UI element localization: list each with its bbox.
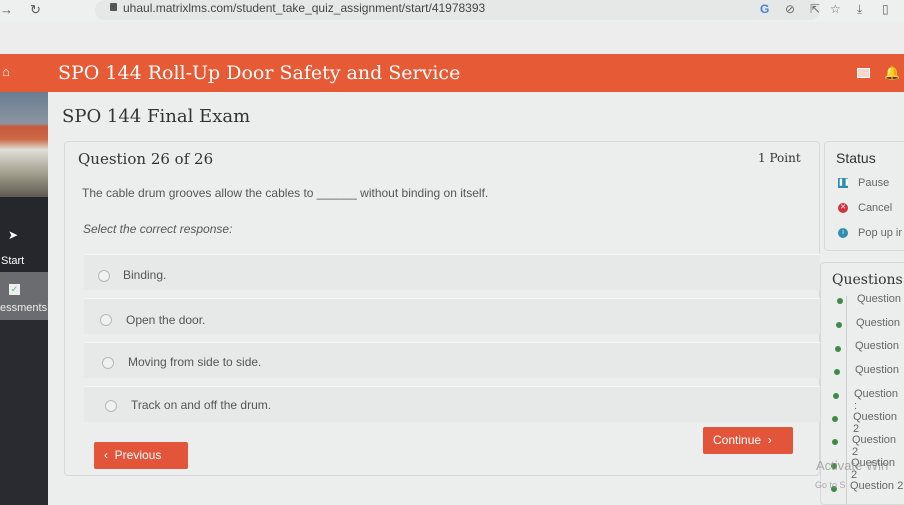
- question-link[interactable]: Question 2: [852, 434, 904, 458]
- answered-dot-icon: [832, 439, 838, 445]
- pause-icon: ❚❚: [838, 178, 850, 189]
- answer-option-label[interactable]: Track on and off the drum.: [131, 398, 271, 412]
- previous-button[interactable]: ‹ Previous: [94, 442, 188, 469]
- answer-option[interactable]: [84, 254, 820, 290]
- google-icon[interactable]: G: [760, 2, 769, 16]
- question-instruction: Select the correct response:: [83, 222, 233, 236]
- questions-timeline: [846, 296, 847, 505]
- info-icon: i: [838, 228, 848, 239]
- radio-button[interactable]: [102, 357, 114, 369]
- question-link[interactable]: Question :: [854, 388, 904, 412]
- exam-title: SPO 144 Final Exam: [62, 106, 251, 127]
- activation-watermark-subtext: Go to S: [815, 480, 846, 490]
- navigation-arrow-icon: ➤: [8, 228, 19, 242]
- cancel-label: Cancel: [858, 202, 893, 214]
- chevron-left-icon: ‹: [104, 448, 115, 462]
- course-thumbnail: [0, 92, 48, 197]
- forward-icon[interactable]: →: [0, 2, 13, 17]
- pause-label: Pause: [858, 177, 890, 189]
- star-icon[interactable]: ☆: [830, 2, 841, 16]
- reload-icon[interactable]: ↻: [30, 2, 41, 18]
- share-icon[interactable]: ⇱: [810, 2, 820, 16]
- question-link[interactable]: Question: [856, 317, 900, 329]
- question-link[interactable]: Question 2: [850, 480, 903, 492]
- question-points: 1 Point: [758, 151, 801, 165]
- answered-dot-icon: [835, 346, 841, 352]
- download-icon[interactable]: ⤓: [857, 2, 862, 17]
- home-icon[interactable]: ⌂: [2, 64, 10, 79]
- answer-option-label[interactable]: Open the door.: [126, 313, 205, 327]
- question-number: Question 26 of 26: [78, 150, 214, 168]
- radio-button[interactable]: [105, 400, 117, 412]
- url-text[interactable]: uhaul.matrixlms.com/student_take_quiz_as…: [123, 1, 485, 15]
- sidebar-toggle-icon[interactable]: ▯: [882, 2, 889, 16]
- question-link[interactable]: Question 2: [853, 411, 904, 435]
- cancel-button[interactable]: ✕ Cancel: [838, 202, 892, 214]
- eye-off-icon[interactable]: ⊘: [785, 2, 795, 16]
- question-link[interactable]: Question: [855, 340, 899, 352]
- radio-button[interactable]: [98, 270, 110, 282]
- course-title: SPO 144 Roll-Up Door Safety and Service: [58, 62, 461, 84]
- answered-dot-icon: [836, 322, 842, 328]
- sidebar-item-assessments-label: essments: [0, 302, 48, 314]
- popup-label: Pop up ir: [858, 227, 903, 239]
- radio-button[interactable]: [100, 314, 112, 326]
- continue-label: Continue: [713, 433, 762, 447]
- continue-button[interactable]: Continue ›: [703, 427, 793, 454]
- mail-icon[interactable]: [857, 68, 870, 78]
- answered-dot-icon: [832, 416, 838, 422]
- chevron-right-icon: ›: [761, 433, 772, 447]
- answered-dot-icon: [833, 393, 839, 399]
- cancel-icon: ✕: [838, 203, 848, 214]
- page-background: [0, 22, 904, 54]
- checkbox-icon: ✓: [9, 284, 20, 295]
- popup-button[interactable]: i Pop up ir: [838, 227, 902, 239]
- answer-option-label[interactable]: Moving from side to side.: [128, 355, 261, 369]
- question-text: The cable drum grooves allow the cables …: [82, 186, 489, 200]
- pause-button[interactable]: ❚❚ Pause: [838, 177, 889, 189]
- answer-option-label[interactable]: Binding.: [123, 268, 166, 282]
- bell-icon[interactable]: 🔔: [884, 65, 900, 81]
- answered-dot-icon: [834, 369, 840, 375]
- questions-title: Questions: [832, 272, 903, 288]
- status-title: Status: [836, 150, 876, 166]
- lock-icon: [110, 3, 117, 11]
- answered-dot-icon: [837, 298, 843, 304]
- question-link[interactable]: Question: [857, 293, 901, 305]
- sidebar-item-start-label: Start: [1, 255, 25, 267]
- question-link[interactable]: Question: [855, 364, 899, 376]
- activation-watermark: Activate Win: [816, 458, 889, 473]
- previous-label: Previous: [114, 448, 162, 462]
